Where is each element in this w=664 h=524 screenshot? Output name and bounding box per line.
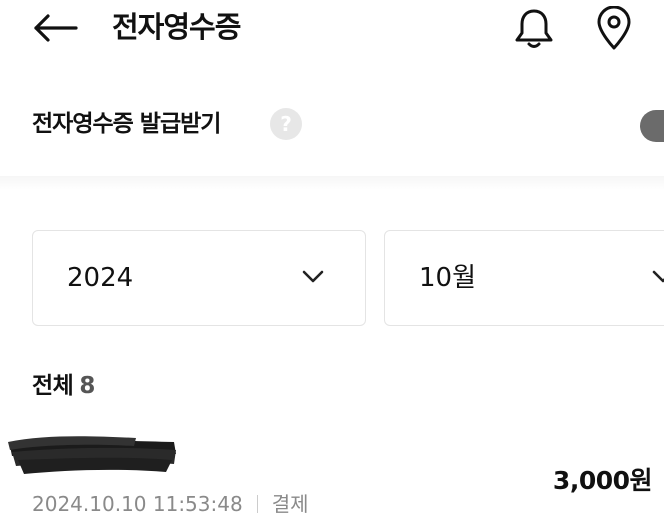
e-receipt-toggle-label: 전자영수증 발급받기 [32, 111, 221, 137]
chevron-down-icon [652, 270, 664, 283]
year-select-value: 2024 [67, 263, 134, 293]
map-pin-icon[interactable] [594, 6, 634, 50]
bell-icon[interactable] [512, 6, 556, 50]
year-select[interactable]: 2024 [32, 230, 366, 326]
chevron-down-icon [302, 270, 324, 283]
list-count: 8 [79, 373, 95, 399]
receipt-datetime: 2024.10.10 11:53:48 [32, 492, 243, 516]
meta-separator [256, 495, 258, 513]
e-receipt-screen: 전자영수증 전자영수증 발급받기 ? 2024 10월 전체 8 3,000원 … [0, 0, 664, 524]
receipt-type: 결제 [271, 492, 309, 516]
list-count-header: 전체 8 [32, 370, 95, 402]
arrow-left-icon[interactable] [30, 10, 80, 46]
help-icon[interactable]: ? [270, 108, 302, 140]
receipt-list-item[interactable]: 3,000원 2024.10.10 11:53:48 결제 [0, 420, 664, 524]
e-receipt-toggle-switch[interactable] [640, 110, 664, 142]
app-header: 전자영수증 [0, 0, 664, 56]
receipt-amount: 3,000원 [552, 466, 653, 495]
receipt-meta: 2024.10.10 11:53:48 결제 [32, 490, 309, 518]
list-label: 전체 [32, 373, 74, 399]
month-select[interactable]: 10월 [384, 230, 664, 326]
month-select-value: 10월 [419, 263, 477, 293]
page-title: 전자영수증 [112, 10, 241, 44]
merchant-name-redacted [8, 436, 176, 474]
e-receipt-toggle-row: 전자영수증 발급받기 ? [0, 96, 664, 156]
section-divider [0, 176, 664, 190]
